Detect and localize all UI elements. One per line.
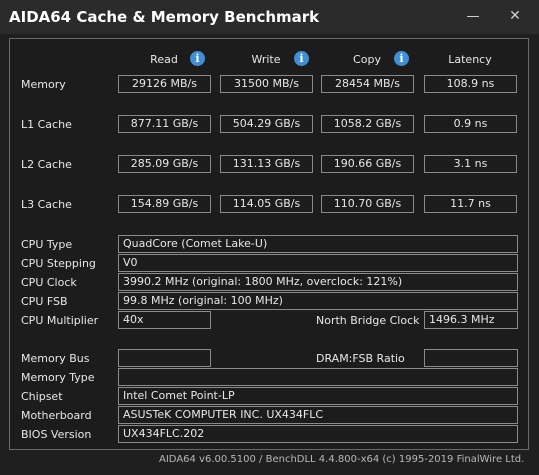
l3-cache-row-label: L3 Cache — [21, 198, 72, 211]
memory-bus-label: Memory Bus — [21, 352, 90, 365]
chipset-value: Intel Comet Point-LP — [118, 387, 518, 405]
l1-cache-row-label: L1 Cache — [21, 118, 72, 131]
memory-read-value: 29126 MB/s — [118, 75, 211, 93]
north-bridge-clock-value: 1496.3 MHz — [424, 311, 518, 329]
cpu-clock-value: 3990.2 MHz (original: 1800 MHz, overcloc… — [118, 273, 518, 291]
north-bridge-clock-label: North Bridge Clock — [316, 314, 420, 327]
l3-write-value: 114.05 GB/s — [220, 195, 313, 213]
cpu-type-label: CPU Type — [21, 238, 73, 251]
l2-copy-value: 190.66 GB/s — [321, 155, 414, 173]
l1-read-value: 877.11 GB/s — [118, 115, 211, 133]
bios-version-value: UX434FLC.202 — [118, 425, 518, 443]
l3-latency-value: 11.7 ns — [424, 195, 517, 213]
dram-fsb-ratio-label: DRAM:FSB Ratio — [316, 352, 405, 365]
latency-header: Latency — [448, 53, 492, 66]
bios-version-label: BIOS Version — [21, 428, 92, 441]
dram-fsb-ratio-value — [424, 349, 518, 367]
cpu-multiplier-label: CPU Multiplier — [21, 314, 99, 327]
l2-write-value: 131.13 GB/s — [220, 155, 313, 173]
window-title: AIDA64 Cache & Memory Benchmark — [9, 8, 320, 26]
memory-row-label: Memory — [21, 78, 66, 91]
memory-write-value: 31500 MB/s — [220, 75, 313, 93]
l2-latency-value: 3.1 ns — [424, 155, 517, 173]
cpu-stepping-value: V0 — [118, 254, 518, 272]
memory-type-value — [118, 368, 518, 386]
chipset-label: Chipset — [21, 390, 63, 403]
memory-copy-value: 28454 MB/s — [321, 75, 414, 93]
l2-cache-row-label: L2 Cache — [21, 158, 72, 171]
l2-read-value: 285.09 GB/s — [118, 155, 211, 173]
cpu-multiplier-value: 40x — [118, 311, 211, 329]
cpu-stepping-label: CPU Stepping — [21, 257, 96, 270]
l3-read-value: 154.89 GB/s — [118, 195, 211, 213]
read-info-icon[interactable]: i — [190, 51, 205, 66]
cpu-clock-label: CPU Clock — [21, 276, 77, 289]
l1-copy-value: 1058.2 GB/s — [321, 115, 414, 133]
memory-latency-value: 108.9 ns — [424, 75, 517, 93]
footer-version-text: AIDA64 v6.00.5100 / BenchDLL 4.4.800-x64… — [159, 454, 525, 465]
cpu-fsb-label: CPU FSB — [21, 295, 68, 308]
close-button[interactable]: ✕ — [506, 7, 524, 25]
l1-write-value: 504.29 GB/s — [220, 115, 313, 133]
cpu-type-value: QuadCore (Comet Lake-U) — [118, 235, 518, 253]
memory-bus-value — [118, 349, 211, 367]
motherboard-value: ASUSTeK COMPUTER INC. UX434FLC — [118, 406, 518, 424]
memory-type-label: Memory Type — [21, 371, 95, 384]
copy-info-icon[interactable]: i — [394, 51, 409, 66]
l1-latency-value: 0.9 ns — [424, 115, 517, 133]
cpu-fsb-value: 99.8 MHz (original: 100 MHz) — [118, 292, 518, 310]
minimize-button[interactable] — [464, 7, 482, 25]
motherboard-label: Motherboard — [21, 409, 92, 422]
title-bar: AIDA64 Cache & Memory Benchmark ✕ — [0, 0, 539, 34]
write-info-icon[interactable]: i — [294, 51, 309, 66]
l3-copy-value: 110.70 GB/s — [321, 195, 414, 213]
